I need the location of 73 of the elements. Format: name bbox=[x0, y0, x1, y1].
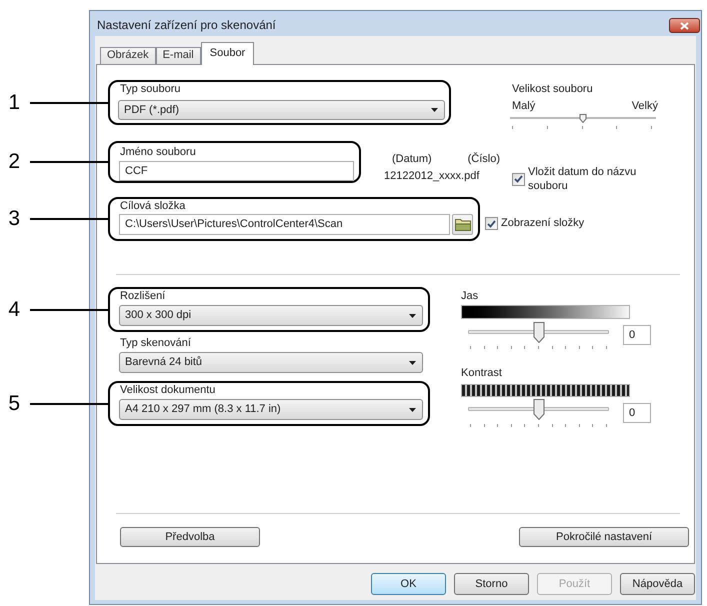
tab[interactable]: Obrázek bbox=[100, 47, 156, 64]
field-label: Velikost souboru bbox=[512, 83, 593, 95]
checkbox-label: Zobrazení složky bbox=[501, 217, 584, 230]
dialog-button[interactable]: OK bbox=[371, 573, 446, 595]
scale-label: Malý bbox=[512, 100, 536, 112]
value-field[interactable]: 0 bbox=[623, 325, 651, 345]
slider-thumb[interactable] bbox=[533, 322, 544, 343]
value-field[interactable]: 0 bbox=[623, 403, 651, 423]
name-format-label: (Datum) bbox=[392, 153, 432, 165]
callout-number: 1 bbox=[8, 90, 20, 114]
tick-mark bbox=[470, 346, 471, 349]
slider-track[interactable] bbox=[468, 322, 609, 343]
file-name-example: 12122012_xxxx.pdf bbox=[384, 170, 480, 182]
text-field[interactable]: C:\Users\User\Pictures\ControlCenter4\Scan bbox=[119, 214, 450, 235]
dropdown-arrow-icon bbox=[431, 108, 438, 112]
tick-mark bbox=[538, 424, 539, 427]
tick-mark bbox=[538, 346, 539, 349]
checkbox[interactable] bbox=[512, 172, 525, 186]
dropdown-arrow-icon bbox=[409, 314, 416, 318]
checkmark-icon bbox=[514, 175, 523, 183]
tick-mark bbox=[606, 424, 607, 427]
field-label: Jas bbox=[461, 290, 478, 302]
slider-track[interactable] bbox=[468, 399, 609, 420]
dropdown-arrow-icon bbox=[409, 408, 416, 412]
field-label: Rozlišení bbox=[120, 290, 166, 302]
field-label: Cílová složka bbox=[120, 200, 186, 212]
dialog-button[interactable]: Storno bbox=[454, 573, 529, 595]
checkbox-label: Vložit datum do názvu souboru bbox=[528, 165, 638, 193]
dropdown-arrow-icon bbox=[409, 360, 416, 364]
tick-mark bbox=[497, 346, 498, 349]
tick-mark bbox=[470, 424, 471, 427]
folder-icon bbox=[454, 218, 470, 231]
tick-mark bbox=[565, 424, 566, 427]
callout-number: 5 bbox=[8, 392, 20, 416]
file-type-dropdown[interactable]: PDF (*.pdf) bbox=[118, 100, 445, 120]
slider-thumb[interactable] bbox=[533, 399, 544, 420]
field-label: Typ skenování bbox=[120, 337, 191, 349]
browse-folder-button[interactable] bbox=[452, 214, 473, 235]
tick-mark bbox=[546, 126, 548, 129]
callout-number: 3 bbox=[8, 207, 20, 231]
field-label: Kontrast bbox=[461, 367, 502, 379]
tick-mark bbox=[578, 424, 580, 427]
tick-mark bbox=[510, 346, 512, 349]
window-title: Nastavení zařízení pro skenování bbox=[97, 18, 276, 32]
text-field[interactable]: CCF bbox=[119, 161, 354, 181]
resolution-dropdown[interactable]: 300 x 300 dpi bbox=[119, 305, 423, 326]
tab[interactable]: Soubor bbox=[200, 42, 254, 65]
close-button[interactable] bbox=[669, 18, 700, 33]
slider-thumb[interactable] bbox=[580, 114, 586, 123]
tab[interactable]: E-mail bbox=[156, 47, 201, 64]
dialog-button[interactable]: Nápověda bbox=[620, 573, 695, 595]
callout-number: 2 bbox=[8, 150, 20, 174]
slider-track[interactable] bbox=[510, 114, 656, 123]
field-label: Jméno souboru bbox=[120, 146, 196, 158]
tick-mark bbox=[512, 126, 513, 129]
tick-mark bbox=[565, 346, 566, 349]
scale-label: Velký bbox=[632, 100, 658, 112]
tick-mark bbox=[651, 126, 652, 129]
document-size-dropdown[interactable]: A4 210 x 297 mm (8.3 x 11.7 in) bbox=[119, 399, 423, 420]
close-icon bbox=[680, 22, 689, 30]
preset-button[interactable]: Předvolba bbox=[120, 527, 260, 547]
name-format-label: (Číslo) bbox=[468, 153, 500, 165]
tick-mark bbox=[497, 424, 498, 427]
callout-number: 4 bbox=[8, 298, 20, 322]
tick-mark bbox=[510, 424, 512, 427]
checkbox[interactable] bbox=[485, 217, 498, 230]
field-label: Typ souboru bbox=[120, 83, 181, 95]
scan-type-dropdown[interactable]: Barevná 24 bitů bbox=[119, 352, 423, 373]
field-label: Velikost dokumentu bbox=[120, 384, 216, 396]
checkmark-icon bbox=[487, 220, 496, 228]
tick-mark bbox=[578, 346, 580, 349]
tick-mark bbox=[606, 346, 607, 349]
advanced-settings-button[interactable]: Pokročilé nastavení bbox=[519, 527, 689, 547]
